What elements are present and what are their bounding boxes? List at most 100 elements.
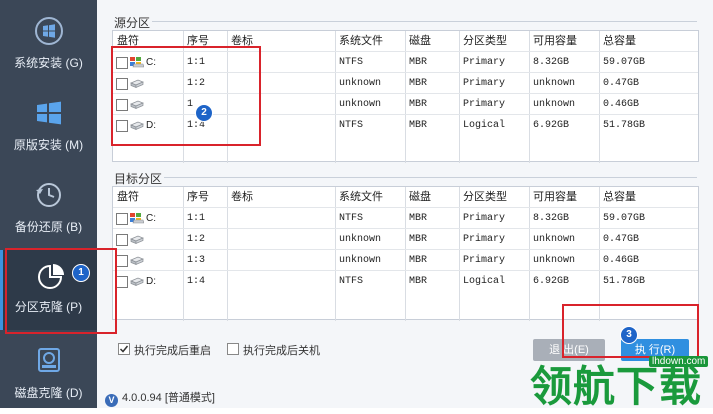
windows-drive-icon: [130, 213, 144, 224]
sidebar-item-label: 磁盘克隆 (D): [14, 386, 83, 400]
sidebar-highlight-box: [5, 248, 117, 334]
cell-num: 1:4: [187, 276, 206, 287]
version-text: 4.0.0.94 [普通模式]: [122, 392, 215, 404]
version-icon: V: [105, 394, 118, 407]
shutdown-after-option[interactable]: 执行完成后关机: [227, 342, 320, 358]
hard-drive-icon: [130, 277, 144, 287]
cell-fs: NTFS: [339, 57, 364, 68]
cell-drive: D:: [146, 276, 156, 287]
column-header[interactable]: 序号: [187, 187, 209, 208]
target-partition-table: 盘符 序号 卷标 系统文件 磁盘 分区类型 可用容量 总容量 C: 1:1 NTFS MBR Prima…: [112, 186, 699, 321]
column-header[interactable]: 卷标: [231, 187, 253, 208]
table-row[interactable]: 1:3 unknown MBR Primary unknown 0.46GB: [113, 250, 698, 271]
sidebar-item-disk-clone[interactable]: 磁盘克隆 (D): [0, 330, 97, 410]
step-badge-3: 3: [620, 326, 638, 344]
site-watermark-url: lhdown.com: [649, 356, 709, 367]
column-header[interactable]: 盘符: [117, 187, 139, 208]
column-header[interactable]: 分区类型: [463, 31, 507, 52]
table-row[interactable]: 1:2 unknown MBR Primary unknown 0.47GB: [113, 229, 698, 250]
cell-fs: NTFS: [339, 276, 364, 287]
step-badge-2: 2: [195, 104, 213, 122]
cell-total: 0.46GB: [603, 99, 640, 110]
column-header[interactable]: 分区类型: [463, 187, 507, 208]
cell-disk: MBR: [409, 213, 428, 224]
sidebar-item-label: 原版安装 (M): [13, 138, 84, 152]
sidebar-item-label: 备份还原 (B): [14, 220, 83, 234]
cell-free: 8.32GB: [533, 213, 570, 224]
source-highlight-box: [111, 46, 261, 146]
cell-type: Logical: [463, 120, 506, 131]
cell-disk: MBR: [409, 120, 428, 131]
table-header-row: 盘符 序号 卷标 系统文件 磁盘 分区类型 可用容量 总容量: [113, 187, 698, 208]
check-icon: [119, 345, 129, 353]
column-header[interactable]: 系统文件: [339, 187, 383, 208]
cell-num: 1:2: [187, 234, 206, 245]
table-row[interactable]: C: 1:1 NTFS MBR Primary 8.32GB 59.07GB: [113, 208, 698, 229]
cell-disk: MBR: [409, 99, 428, 110]
cell-type: Primary: [463, 255, 506, 266]
column-header[interactable]: 总容量: [603, 31, 636, 52]
restart-after-option[interactable]: 执行完成后重启: [118, 342, 211, 358]
cell-num: 1:1: [187, 213, 206, 224]
cell-free: unknown: [533, 255, 576, 266]
windows-logo-icon: [35, 17, 63, 45]
cell-type: Primary: [463, 213, 506, 224]
partition-checkbox[interactable]: [116, 276, 128, 288]
version-status: V 4.0.0.94 [普通模式]: [105, 389, 215, 407]
cell-type: Primary: [463, 99, 506, 110]
cell-fs: NTFS: [339, 213, 364, 224]
shutdown-checkbox[interactable]: [227, 343, 239, 355]
sidebar-item-backup-restore[interactable]: 备份还原 (B): [0, 164, 97, 244]
table-row[interactable]: D: 1:4 NTFS MBR Logical 6.92GB 51.78GB: [113, 271, 698, 292]
group-divider: [152, 21, 697, 22]
restart-checkbox[interactable]: [118, 343, 130, 355]
cell-num: 1:3: [187, 255, 206, 266]
cell-disk: MBR: [409, 276, 428, 287]
cell-free: 6.92GB: [533, 120, 570, 131]
cell-free: 6.92GB: [533, 276, 570, 287]
sidebar-item-label: 系统安装 (G): [14, 56, 83, 70]
column-header[interactable]: 可用容量: [533, 187, 577, 208]
partition-checkbox[interactable]: [116, 234, 128, 246]
cell-free: 8.32GB: [533, 57, 570, 68]
cell-total: 0.47GB: [603, 234, 640, 245]
cell-type: Primary: [463, 78, 506, 89]
cell-total: 0.47GB: [603, 78, 640, 89]
source-group-title: 源分区: [114, 16, 151, 30]
cell-fs: unknown: [339, 78, 382, 89]
restart-label: 执行完成后重启: [134, 345, 211, 357]
column-header[interactable]: 磁盘: [409, 31, 431, 52]
partition-checkbox[interactable]: [116, 255, 128, 267]
column-header[interactable]: 可用容量: [533, 31, 577, 52]
column-header[interactable]: 磁盘: [409, 187, 431, 208]
sidebar-item-original-install[interactable]: 原版安装 (M): [0, 82, 97, 162]
cell-free: unknown: [533, 78, 576, 89]
cell-free: unknown: [533, 99, 576, 110]
cell-total: 59.07GB: [603, 57, 646, 68]
sidebar: 系统安装 (G) 原版安装 (M) 备份还原 (B) 分区克隆 (P) 磁盘克隆…: [0, 0, 97, 408]
cell-total: 0.46GB: [603, 255, 640, 266]
cell-disk: MBR: [409, 57, 428, 68]
disk-clone-icon: [38, 348, 60, 372]
column-header[interactable]: 总容量: [603, 187, 636, 208]
cell-fs: unknown: [339, 99, 382, 110]
cell-disk: MBR: [409, 234, 428, 245]
cell-total: 59.07GB: [603, 213, 646, 224]
step-badge-1: 1: [72, 264, 90, 282]
cell-fs: NTFS: [339, 120, 364, 131]
cell-type: Primary: [463, 57, 506, 68]
partition-checkbox[interactable]: [116, 213, 128, 225]
target-group-title: 目标分区: [114, 172, 163, 186]
hard-drive-icon: [130, 235, 144, 245]
cell-disk: MBR: [409, 78, 428, 89]
cell-total: 51.78GB: [603, 120, 646, 131]
cell-free: unknown: [533, 234, 576, 245]
hard-drive-icon: [130, 256, 144, 266]
column-header[interactable]: 系统文件: [339, 31, 383, 52]
sidebar-item-system-install[interactable]: 系统安装 (G): [0, 0, 97, 80]
cell-drive: C:: [146, 213, 156, 224]
cell-disk: MBR: [409, 255, 428, 266]
cell-type: Primary: [463, 234, 506, 245]
cell-fs: unknown: [339, 234, 382, 245]
cell-type: Logical: [463, 276, 506, 287]
